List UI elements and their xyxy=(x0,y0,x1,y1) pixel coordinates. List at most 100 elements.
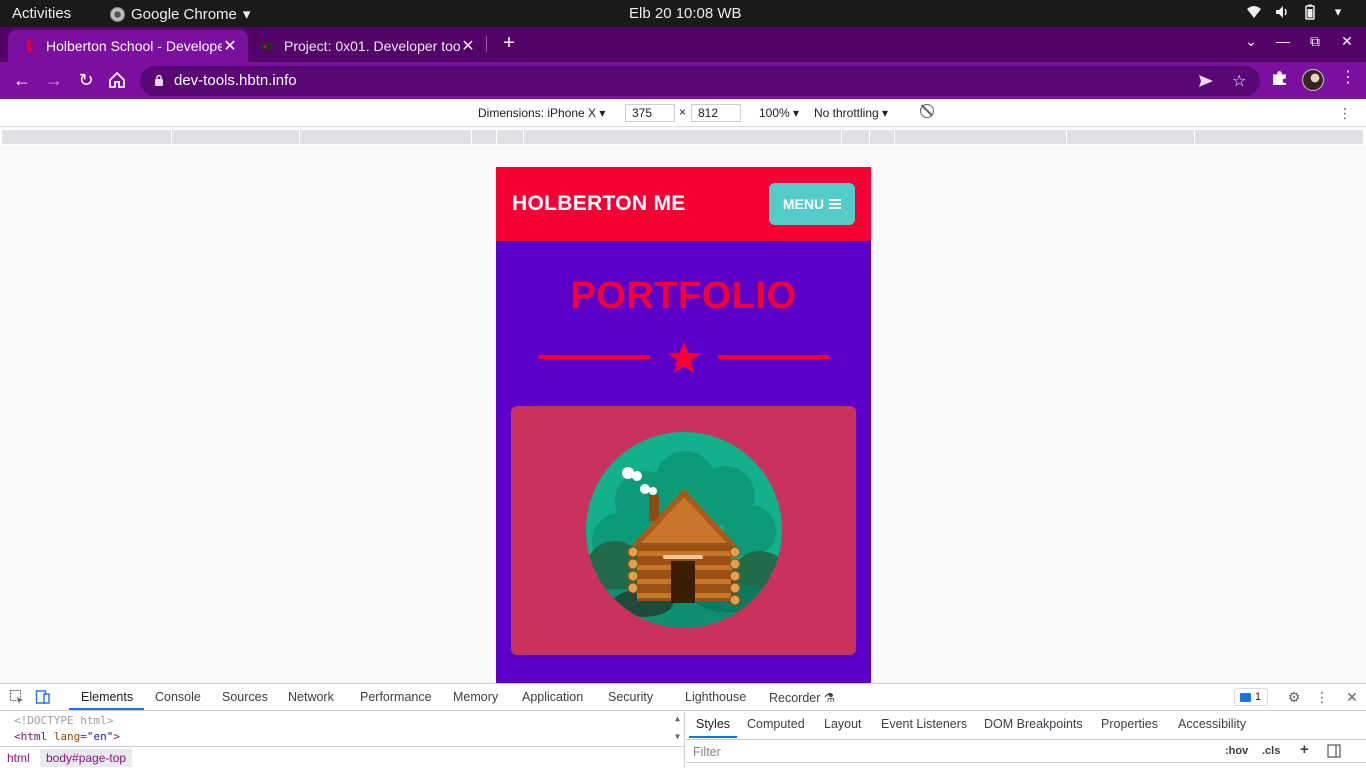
activities-button[interactable]: Activities xyxy=(12,5,71,22)
section-title: PORTFOLIO xyxy=(570,275,797,317)
zoom-dropdown[interactable]: 100% ▾ xyxy=(759,106,799,120)
tab-sources[interactable]: Sources xyxy=(222,690,268,704)
device-width-input[interactable]: 375 xyxy=(625,104,675,122)
system-tray[interactable]: ▾ xyxy=(1246,4,1346,20)
media-query-segment[interactable] xyxy=(870,130,895,144)
media-query-segment[interactable] xyxy=(895,130,1067,144)
device-height-input[interactable]: 812 xyxy=(691,104,741,122)
os-top-bar: Activities Google Chrome ▾ Elb 20 10:08 … xyxy=(0,0,1366,27)
device-toggle-icon[interactable] xyxy=(35,689,51,705)
media-query-segment[interactable] xyxy=(2,130,172,144)
toggle-sidebar-icon[interactable] xyxy=(1327,744,1341,758)
bars-icon xyxy=(829,199,842,209)
tab-search-icon[interactable]: ⌄ xyxy=(1244,33,1258,50)
battery-icon xyxy=(1305,4,1315,20)
send-tab-icon[interactable] xyxy=(1198,73,1214,89)
tab-application[interactable]: Application xyxy=(522,690,583,704)
holberton-favicon-icon xyxy=(27,40,31,52)
close-window-icon[interactable]: ✕ xyxy=(1340,33,1354,50)
scroll-down-arrow-icon[interactable]: ▼ xyxy=(675,732,680,741)
reload-icon[interactable]: ↻ xyxy=(75,69,97,91)
chevron-down-icon: ▾ xyxy=(1334,4,1342,19)
url-text: dev-tools.hbtn.info xyxy=(174,72,297,89)
chrome-icon xyxy=(110,6,125,22)
breadcrumb-body[interactable]: body#page-top xyxy=(40,749,133,767)
new-tab-button[interactable]: + xyxy=(498,32,520,54)
device-toolbar-menu-icon[interactable]: ⋮ xyxy=(1338,105,1352,122)
emulated-device-page: HOLBERTON ME MENU PORTFOLIO xyxy=(496,167,871,683)
devtools-panel: Elements Console Sources Network Perform… xyxy=(0,683,1366,768)
extensions-puzzle-icon[interactable] xyxy=(1271,69,1288,86)
site-header: HOLBERTON ME MENU xyxy=(496,167,871,241)
dimensions-dropdown[interactable]: Dimensions: iPhone X ▾ xyxy=(478,106,605,120)
breadcrumb-html[interactable]: html xyxy=(7,751,30,765)
tab-event-listeners[interactable]: Event Listeners xyxy=(881,717,967,731)
tab-title: Holberton School - Developer tools xyxy=(46,38,222,54)
back-arrow-icon[interactable]: ← xyxy=(11,69,33,91)
media-query-segment[interactable] xyxy=(524,130,842,144)
tab-styles[interactable]: Styles xyxy=(696,717,730,731)
doctype-text: <!DOCTYPE html> xyxy=(14,714,114,727)
volume-icon xyxy=(1276,6,1287,18)
media-query-segment[interactable] xyxy=(172,130,300,144)
tab-console[interactable]: Console xyxy=(155,690,201,704)
tab-memory[interactable]: Memory xyxy=(453,690,498,704)
app-menu[interactable]: Google Chrome ▾ xyxy=(110,5,250,23)
dom-html-line[interactable]: <html lang="en"> xyxy=(14,730,120,743)
styles-sidebar: Styles Computed Layout Event Listeners D… xyxy=(686,712,1366,768)
bookmark-star-icon[interactable]: ☆ xyxy=(1232,71,1246,91)
clock[interactable]: Elb 20 10:08 WB xyxy=(629,5,742,22)
tab-layout[interactable]: Layout xyxy=(824,717,862,731)
tab-lighthouse[interactable]: Lighthouse xyxy=(685,690,746,704)
styles-filter-row: Filter :hov .cls + xyxy=(686,739,1366,763)
devtools-menu-kebab-icon[interactable]: ⋮ xyxy=(1314,689,1330,705)
hov-toggle[interactable]: :hov xyxy=(1225,745,1248,757)
tab-recorder[interactable]: Recorder ⚗ xyxy=(769,690,835,705)
forward-arrow-icon[interactable]: → xyxy=(43,69,65,91)
menu-button[interactable]: MENU xyxy=(769,183,855,225)
minimize-icon[interactable]: — xyxy=(1276,33,1290,50)
close-tab-icon[interactable]: ✕ xyxy=(460,36,476,56)
media-query-segment[interactable] xyxy=(1195,130,1364,144)
site-brand[interactable]: HOLBERTON ME xyxy=(512,192,686,216)
tab-accessibility[interactable]: Accessibility xyxy=(1178,717,1246,731)
dom-doctype-line[interactable]: <!DOCTYPE html> xyxy=(14,714,113,727)
media-query-segment[interactable] xyxy=(472,130,497,144)
dimension-separator: × xyxy=(679,105,687,119)
close-tab-icon[interactable]: ✕ xyxy=(222,36,238,56)
home-icon[interactable] xyxy=(108,71,126,89)
chrome-menu-kebab-icon[interactable]: ⋮ xyxy=(1340,67,1356,87)
tab-holberton-dev-tools[interactable]: Holberton School - Developer tools ✕ xyxy=(8,30,248,62)
media-query-segment[interactable] xyxy=(842,130,870,144)
log-cabin-icon xyxy=(586,432,782,628)
html-open-tag: <html xyxy=(14,730,48,743)
issues-badge[interactable]: 1 xyxy=(1234,688,1268,706)
cls-toggle[interactable]: .cls xyxy=(1262,745,1280,757)
profile-avatar[interactable] xyxy=(1302,69,1324,91)
active-tab-indicator xyxy=(69,708,144,710)
tab-properties[interactable]: Properties xyxy=(1101,717,1158,731)
restore-icon[interactable]: ⧉ xyxy=(1308,33,1322,50)
address-bar[interactable]: dev-tools.hbtn.info ☆ xyxy=(140,66,1260,96)
close-devtools-icon[interactable]: ✕ xyxy=(1344,689,1360,705)
media-query-segment[interactable] xyxy=(1067,130,1195,144)
tab-network[interactable]: Network xyxy=(288,690,334,704)
wifi-icon xyxy=(1247,6,1261,18)
tab-performance[interactable]: Performance xyxy=(360,690,432,704)
settings-gear-icon[interactable]: ⚙ xyxy=(1286,689,1302,705)
tab-elements[interactable]: Elements xyxy=(81,690,133,704)
media-query-segment[interactable] xyxy=(497,130,524,144)
styles-filter-input[interactable]: Filter xyxy=(693,745,721,759)
tab-strip: Holberton School - Developer tools ✕ Pro… xyxy=(0,27,1366,62)
tab-computed[interactable]: Computed xyxy=(747,717,805,731)
tab-security[interactable]: Security xyxy=(608,690,653,704)
throttling-dropdown[interactable]: No throttling ▾ xyxy=(814,106,888,120)
new-style-rule-icon[interactable]: + xyxy=(1300,741,1309,758)
portfolio-card[interactable] xyxy=(511,406,856,655)
tab-dom-breakpoints[interactable]: DOM Breakpoints xyxy=(984,717,1083,731)
inspect-element-icon[interactable] xyxy=(9,689,25,705)
rotate-device-icon[interactable] xyxy=(920,104,934,118)
tab-project-dev-tools[interactable]: Project: 0x01. Developer tools ✕ xyxy=(250,30,486,62)
scroll-up-arrow-icon[interactable]: ▲ xyxy=(675,714,680,723)
media-query-segment[interactable] xyxy=(300,130,472,144)
